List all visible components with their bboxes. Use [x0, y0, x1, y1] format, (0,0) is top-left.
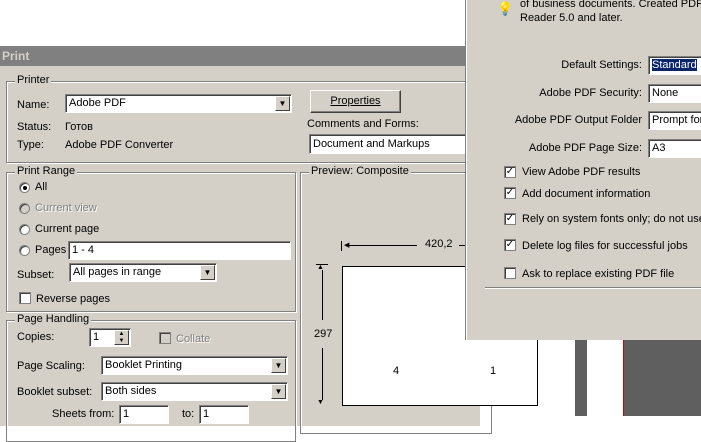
booklet-subset-value: Both sides [105, 385, 157, 397]
printer-status-label: Status: [17, 121, 52, 133]
background-window [575, 340, 701, 416]
chevron-down-icon[interactable]: ▼ [271, 384, 286, 399]
page-size-label: Adobe PDF Page Size: [528, 142, 642, 154]
info-text-line1: of business documents. Created PDF [520, 0, 701, 10]
collate-label[interactable]: Collate [176, 333, 210, 345]
booklet-subset-label: Booklet subset: [17, 386, 93, 398]
range-pages-label[interactable]: Pages [35, 244, 66, 256]
delete-logs-checkbox[interactable]: ✓ [504, 239, 516, 251]
system-fonts-checkbox[interactable]: ✓ [504, 213, 516, 225]
sheets-to-label: to: [182, 408, 195, 420]
pdf-settings-dialog: 💡 of business documents. Created PDF Rea… [466, 0, 701, 340]
preview-legend: Preview: Composite [309, 165, 411, 177]
range-pages-radio[interactable] [19, 245, 30, 256]
range-current-view-label[interactable]: Current view [35, 202, 97, 214]
subset-select[interactable]: All pages in range ▼ [69, 263, 217, 282]
reverse-pages-checkbox[interactable] [19, 292, 31, 304]
view-results-checkbox[interactable]: ✓ [504, 166, 516, 178]
booklet-subset-select[interactable]: Both sides ▼ [101, 382, 288, 401]
add-doc-info-checkbox[interactable]: ✓ [504, 187, 516, 199]
copies-value: 1 [93, 331, 100, 343]
system-fonts-label[interactable]: Rely on system fonts only; do not use [522, 213, 701, 225]
print-dialog-title[interactable]: Print [0, 46, 480, 66]
copies-stepper[interactable]: 1 ▲ ▼ [89, 328, 131, 347]
printer-name-value: Adobe PDF [69, 97, 126, 109]
add-doc-info-label[interactable]: Add document information [522, 188, 650, 200]
page-handling-legend: Page Handling [15, 313, 92, 325]
page-size-select[interactable]: A3 [648, 139, 701, 158]
preview-height-label: 297 [314, 328, 333, 340]
pdf-security-select[interactable]: None [648, 84, 701, 103]
arrow-left-icon: ◀ [344, 242, 349, 249]
background-page [587, 340, 624, 416]
page-scaling-select[interactable]: Booklet Printing ▼ [101, 356, 288, 375]
view-results-label[interactable]: View Adobe PDF results [522, 166, 640, 178]
chevron-down-icon[interactable]: ▼ [271, 358, 286, 373]
sheets-from-input[interactable]: 1 [119, 405, 169, 424]
print-range-legend: Print Range [15, 165, 78, 177]
default-settings-value: Standard [652, 59, 697, 71]
print-dialog: Print Printer Name: Adobe PDF ▼ Status: … [0, 46, 538, 442]
dialog-divider [485, 287, 701, 289]
output-folder-label: Adobe PDF Output Folder [514, 114, 642, 126]
ask-replace-label[interactable]: Ask to replace existing PDF file [522, 268, 674, 280]
lightbulb-icon: 💡 [497, 1, 514, 16]
printer-type-label: Type: [17, 139, 44, 151]
subset-value: All pages in range [73, 266, 162, 278]
range-current-page-radio[interactable] [19, 224, 30, 235]
collate-checkbox[interactable] [159, 332, 171, 344]
printer-name-select[interactable]: Adobe PDF ▼ [65, 94, 292, 113]
subset-label: Subset: [17, 269, 55, 281]
range-current-view-radio[interactable] [19, 203, 30, 214]
preview-width-label: 420,2 [425, 238, 453, 250]
copies-label: Copies: [17, 331, 55, 343]
info-text-line2: Reader 5.0 and later. [520, 12, 623, 24]
pdf-security-label: Adobe PDF Security: [539, 87, 642, 99]
ask-replace-checkbox[interactable] [504, 267, 516, 279]
preview-right-page-number: 1 [490, 365, 497, 377]
range-all-label[interactable]: All [35, 181, 47, 193]
default-settings-label: Default Settings: [561, 59, 642, 71]
printer-type-value: Adobe PDF Converter [65, 139, 174, 151]
sheets-from-label: Sheets from: [52, 408, 115, 420]
comments-forms-select[interactable]: Document and Markups [309, 134, 479, 154]
pages-input[interactable]: 1 - 4 [68, 241, 291, 260]
printer-status-value: Готов [65, 121, 93, 133]
page-scaling-value: Booklet Printing [105, 359, 183, 371]
printer-legend: Printer [15, 74, 52, 86]
delete-logs-label[interactable]: Delete log files for successful jobs [522, 240, 688, 252]
range-all-radio[interactable] [19, 182, 30, 193]
preview-left-page-number: 4 [393, 365, 400, 377]
chevron-down-icon[interactable]: ▼ [275, 96, 290, 111]
reverse-pages-label[interactable]: Reverse pages [36, 293, 110, 305]
sheets-to-input[interactable]: 1 [199, 405, 249, 424]
arrow-down-icon: ▼ [317, 399, 324, 406]
chevron-down-icon[interactable]: ▼ [200, 265, 215, 280]
preview-height-dimension: ▲ 297 ▼ [314, 264, 333, 409]
preview-width-dimension: ◀ 420,2 [341, 238, 481, 252]
default-settings-select[interactable]: Standard [648, 56, 701, 75]
output-folder-select[interactable]: Prompt for [648, 111, 701, 130]
comments-forms-value: Document and Markups [313, 138, 430, 150]
properties-button[interactable]: Properties [310, 90, 401, 113]
printer-name-label: Name: [17, 99, 50, 111]
page-scaling-label: Page Scaling: [17, 360, 85, 372]
spinner-icon[interactable]: ▲ ▼ [114, 330, 129, 345]
comments-forms-label: Comments and Forms: [307, 118, 419, 130]
range-current-page-label[interactable]: Current page [35, 223, 99, 235]
